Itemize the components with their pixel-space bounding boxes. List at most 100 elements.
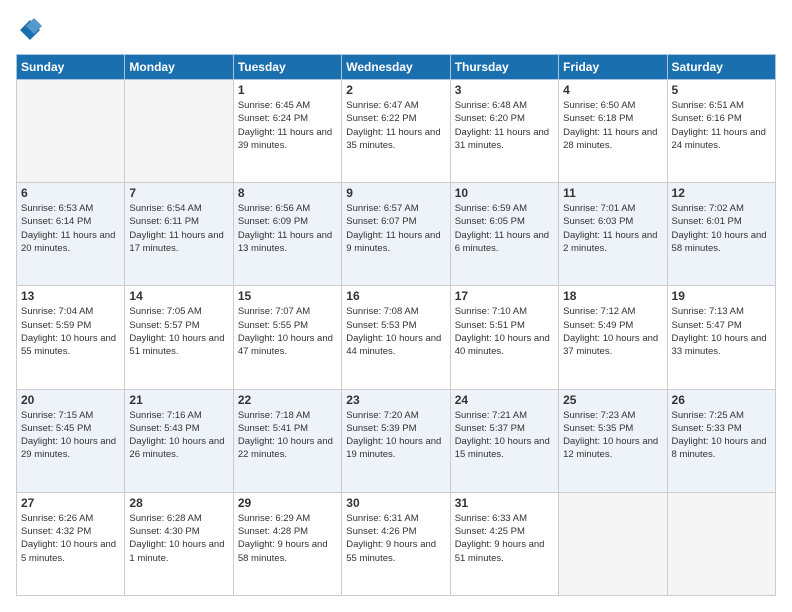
- day-info: Sunrise: 6:33 AMSunset: 4:25 PMDaylight:…: [455, 512, 554, 565]
- calendar-cell: 16Sunrise: 7:08 AMSunset: 5:53 PMDayligh…: [342, 286, 450, 389]
- sunset-label: Sunset: 5:33 PM: [672, 423, 742, 434]
- day-number: 25: [563, 393, 662, 407]
- sunset-label: Sunset: 5:57 PM: [129, 320, 199, 331]
- calendar-cell: 7Sunrise: 6:54 AMSunset: 6:11 PMDaylight…: [125, 183, 233, 286]
- daylight-label: Daylight: 10 hours and 8 minutes.: [672, 436, 767, 460]
- sunrise-label: Sunrise: 6:48 AM: [455, 100, 527, 111]
- daylight-label: Daylight: 11 hours and 17 minutes.: [129, 230, 223, 254]
- day-info: Sunrise: 7:10 AMSunset: 5:51 PMDaylight:…: [455, 305, 554, 358]
- day-number: 8: [238, 186, 337, 200]
- daylight-label: Daylight: 10 hours and 58 minutes.: [672, 230, 767, 254]
- day-number: 26: [672, 393, 771, 407]
- day-of-week-header: Saturday: [667, 55, 775, 80]
- calendar-week-row: 1 Sunrise: 6:45 AM Sunset: 6:24 PM Daylight…: [17, 80, 776, 183]
- day-info: Sunrise: 7:15 AMSunset: 5:45 PMDaylight:…: [21, 409, 120, 462]
- daylight-label: Daylight: 9 hours and 58 minutes.: [238, 539, 328, 563]
- sunset-label: Sunset: 6:07 PM: [346, 216, 416, 227]
- calendar-cell: 23 Sunrise: 7:20 AM Sunset: 5:39 PM Dayligh…: [342, 389, 450, 492]
- day-number: 23: [346, 393, 445, 407]
- day-info: Sunrise: 6:57 AMSunset: 6:07 PMDaylight:…: [346, 202, 445, 255]
- sunrise-label: Sunrise: 6:51 AM: [672, 100, 744, 111]
- sunset-label: Sunset: 6:22 PM: [346, 113, 416, 124]
- day-number: 22: [238, 393, 337, 407]
- sunset-label: Sunset: 5:43 PM: [129, 423, 199, 434]
- day-number: 18: [563, 289, 662, 303]
- day-info: Sunrise: 6:47 AMSunset: 6:22 PMDaylight:…: [346, 99, 445, 152]
- sunrise-label: Sunrise: 7:10 AM: [455, 306, 527, 317]
- calendar-week-row: 6Sunrise: 6:53 AMSunset: 6:14 PMDaylight…: [17, 183, 776, 286]
- sunrise-label: Sunrise: 7:25 AM: [672, 410, 744, 421]
- calendar-cell: 8Sunrise: 6:56 AMSunset: 6:09 PMDaylight…: [233, 183, 341, 286]
- sunrise-label: Sunrise: 6:54 AM: [129, 203, 201, 214]
- calendar-cell: 30Sunrise: 6:31 AMSunset: 4:26 PMDayligh…: [342, 492, 450, 595]
- calendar-cell: 17Sunrise: 7:10 AMSunset: 5:51 PMDayligh…: [450, 286, 558, 389]
- sunset-label: Sunset: 5:39 PM: [346, 423, 416, 434]
- sunset-label: Sunset: 5:51 PM: [455, 320, 525, 331]
- sunset-label: Sunset: 6:11 PM: [129, 216, 199, 227]
- sunset-label: Sunset: 6:18 PM: [563, 113, 633, 124]
- logo: [16, 16, 48, 44]
- calendar-cell: 11Sunrise: 7:01 AMSunset: 6:03 PMDayligh…: [559, 183, 667, 286]
- day-number: 20: [21, 393, 120, 407]
- day-header-row: SundayMondayTuesdayWednesdayThursdayFrid…: [17, 55, 776, 80]
- daylight-label: Daylight: 10 hours and 19 minutes.: [346, 436, 441, 460]
- sunrise-label: Sunrise: 6:50 AM: [563, 100, 635, 111]
- day-number: 10: [455, 186, 554, 200]
- sunset-label: Sunset: 6:09 PM: [238, 216, 308, 227]
- day-number: 9: [346, 186, 445, 200]
- day-number: 27: [21, 496, 120, 510]
- daylight-label: Daylight: 10 hours and 55 minutes.: [21, 333, 116, 357]
- calendar-cell: [559, 492, 667, 595]
- calendar-cell: 22Sunrise: 7:18 AMSunset: 5:41 PMDayligh…: [233, 389, 341, 492]
- sunset-label: Sunset: 6:24 PM: [238, 113, 308, 124]
- daylight-label: Daylight: 11 hours and 28 minutes.: [563, 127, 657, 151]
- calendar-cell: 27Sunrise: 6:26 AMSunset: 4:32 PMDayligh…: [17, 492, 125, 595]
- day-number: 12: [672, 186, 771, 200]
- sunrise-label: Sunrise: 6:57 AM: [346, 203, 418, 214]
- sunset-label: Sunset: 4:28 PM: [238, 526, 308, 537]
- calendar-cell: 31Sunrise: 6:33 AMSunset: 4:25 PMDayligh…: [450, 492, 558, 595]
- daylight-label: Daylight: 10 hours and 29 minutes.: [21, 436, 116, 460]
- day-number: 4: [563, 83, 662, 97]
- calendar-cell: 29Sunrise: 6:29 AMSunset: 4:28 PMDayligh…: [233, 492, 341, 595]
- sunset-label: Sunset: 5:49 PM: [563, 320, 633, 331]
- day-info: Sunrise: 6:28 AMSunset: 4:30 PMDaylight:…: [129, 512, 228, 565]
- day-of-week-header: Tuesday: [233, 55, 341, 80]
- sunrise-label: Sunrise: 6:45 AM: [238, 100, 310, 111]
- sunset-label: Sunset: 6:20 PM: [455, 113, 525, 124]
- calendar-cell: 28Sunrise: 6:28 AMSunset: 4:30 PMDayligh…: [125, 492, 233, 595]
- sunset-label: Sunset: 6:03 PM: [563, 216, 633, 227]
- logo-icon: [16, 16, 44, 44]
- calendar-week-row: 13Sunrise: 7:04 AMSunset: 5:59 PMDayligh…: [17, 286, 776, 389]
- day-number: 1: [238, 83, 337, 97]
- sunrise-label: Sunrise: 6:53 AM: [21, 203, 93, 214]
- day-info: Sunrise: 6:59 AMSunset: 6:05 PMDaylight:…: [455, 202, 554, 255]
- sunrise-label: Sunrise: 6:59 AM: [455, 203, 527, 214]
- sunrise-label: Sunrise: 6:33 AM: [455, 513, 527, 524]
- day-number: 5: [672, 83, 771, 97]
- daylight-label: Daylight: 10 hours and 5 minutes.: [21, 539, 116, 563]
- day-info: Sunrise: 6:48 AMSunset: 6:20 PMDaylight:…: [455, 99, 554, 152]
- day-number: 29: [238, 496, 337, 510]
- day-info: Sunrise: 7:08 AMSunset: 5:53 PMDaylight:…: [346, 305, 445, 358]
- calendar-cell: 4 Sunrise: 6:50 AM Sunset: 6:18 PM Daylight…: [559, 80, 667, 183]
- day-of-week-header: Friday: [559, 55, 667, 80]
- calendar-cell: 15Sunrise: 7:07 AMSunset: 5:55 PMDayligh…: [233, 286, 341, 389]
- sunrise-label: Sunrise: 6:26 AM: [21, 513, 93, 524]
- sunrise-label: Sunrise: 7:20 AM: [346, 410, 418, 421]
- day-number: 17: [455, 289, 554, 303]
- daylight-label: Daylight: 11 hours and 13 minutes.: [238, 230, 332, 254]
- daylight-label: Daylight: 10 hours and 12 minutes.: [563, 436, 658, 460]
- sunset-label: Sunset: 5:37 PM: [455, 423, 525, 434]
- day-info: Sunrise: 7:02 AMSunset: 6:01 PMDaylight:…: [672, 202, 771, 255]
- sunrise-label: Sunrise: 7:01 AM: [563, 203, 635, 214]
- calendar-week-row: 20 Sunrise: 7:15 AMSunset: 5:45 PMDayligh…: [17, 389, 776, 492]
- day-info: Sunrise: 7:21 AMSunset: 5:37 PMDaylight:…: [455, 409, 554, 462]
- sunset-label: Sunset: 5:47 PM: [672, 320, 742, 331]
- sunset-label: Sunset: 4:25 PM: [455, 526, 525, 537]
- daylight-label: Daylight: 10 hours and 1 minute.: [129, 539, 224, 563]
- calendar-cell: 9Sunrise: 6:57 AMSunset: 6:07 PMDaylight…: [342, 183, 450, 286]
- sunset-label: Sunset: 4:26 PM: [346, 526, 416, 537]
- day-info: Sunrise: 6:45 AMSunset: 6:24 PMDaylight:…: [238, 99, 337, 152]
- sunrise-label: Sunrise: 7:16 AM: [129, 410, 201, 421]
